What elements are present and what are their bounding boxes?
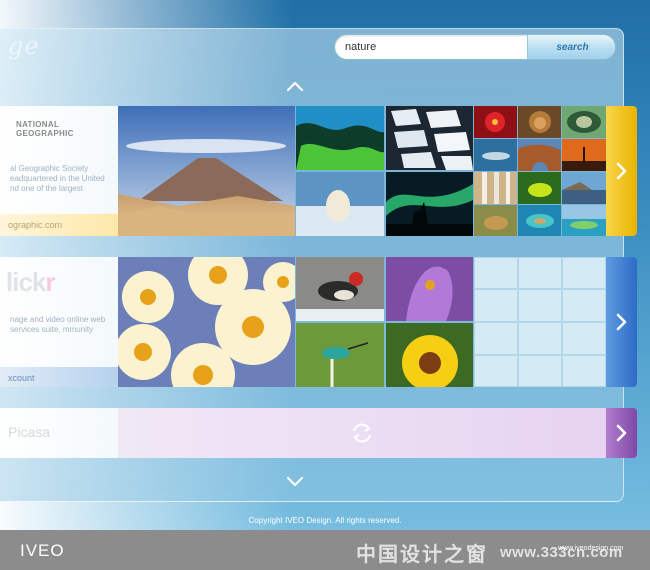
natgeo-name-line2: GEOGRAPHIC (16, 129, 74, 138)
thumb-volcano[interactable] (118, 106, 295, 236)
empty-slot (474, 257, 518, 289)
flickr-name-prefix: lick (6, 267, 46, 297)
picasa-strip (118, 408, 606, 458)
thumb-aurora-deer[interactable] (386, 172, 473, 236)
flickr-link[interactable]: xcount (0, 367, 118, 387)
flickr-card[interactable]: lickr nage and video online web services… (0, 257, 118, 387)
source-row-flickr: lickr nage and video online web services… (0, 257, 637, 387)
empty-slot (518, 257, 562, 289)
natgeo-name-line1: NATIONAL (16, 120, 60, 129)
picasa-next-tab[interactable] (606, 408, 637, 458)
chevron-right-icon (616, 313, 627, 331)
chevron-right-icon (616, 424, 627, 442)
thumb-coast[interactable] (562, 172, 606, 204)
empty-slot (518, 322, 562, 355)
thumb-eye-nebula[interactable] (562, 106, 606, 138)
source-row-natgeo: NATIONAL GEOGRAPHIC al Geographic Societ… (0, 106, 637, 236)
flickr-description: nage and video online web services suite… (10, 315, 106, 334)
thumb-shark[interactable] (474, 139, 517, 171)
thumb-leopard[interactable] (474, 205, 517, 236)
empty-slot (562, 355, 606, 387)
copyright-text: Copyright IVEO Design. All rights reserv… (248, 516, 402, 525)
thumb-red-flower[interactable] (474, 106, 517, 138)
thumb-lion[interactable] (518, 106, 561, 138)
thumb-frog[interactable] (518, 172, 561, 204)
thumb-reef-island[interactable] (562, 205, 606, 236)
natgeo-link[interactable]: ographic.com (0, 214, 118, 236)
watermark-small: www.iveodesign.com (558, 545, 624, 552)
flickr-name: lickr (6, 267, 56, 298)
thumb-rock-arch[interactable] (518, 139, 561, 171)
picasa-name: Picasa (8, 424, 51, 440)
scroll-down-icon[interactable] (286, 476, 304, 488)
empty-slot (562, 289, 606, 322)
picasa-card[interactable]: Picasa (0, 408, 118, 458)
source-row-picasa: Picasa (0, 408, 637, 458)
scroll-up-icon[interactable] (286, 80, 304, 92)
search-button[interactable]: search (527, 35, 615, 59)
thumb-birch-trees[interactable] (474, 172, 517, 204)
thumb-ice-floes[interactable] (386, 106, 473, 170)
empty-slot (562, 257, 606, 289)
watermark-cn: 中国设计之窗 (356, 544, 488, 566)
refresh-icon[interactable] (350, 421, 374, 445)
thumb-woodpecker[interactable] (296, 257, 384, 321)
flickr-name-suffix: r (45, 267, 55, 297)
thumb-iceberg[interactable] (296, 106, 384, 170)
thumb-yellow-daisy[interactable] (386, 323, 473, 387)
empty-slot (518, 355, 562, 387)
search-input[interactable] (335, 35, 527, 59)
footer-bar: IVEO 中国设计之窗 www.333cn.com www.iveodesign… (0, 530, 650, 570)
natgeo-card[interactable]: NATIONAL GEOGRAPHIC al Geographic Societ… (0, 106, 118, 236)
empty-slot (518, 289, 562, 322)
natgeo-next-tab[interactable] (606, 106, 637, 236)
thumb-hummingbird[interactable] (296, 323, 384, 387)
chevron-right-icon (616, 162, 627, 180)
thumb-daisies[interactable] (118, 257, 295, 387)
search-bar: search (334, 34, 616, 60)
natgeo-description: al Geographic Society eadquartered in th… (10, 164, 105, 193)
natgeo-name: NATIONAL GEOGRAPHIC (16, 120, 106, 138)
thumb-polar-bear[interactable] (296, 172, 384, 236)
app-logo: ge (8, 32, 40, 60)
flickr-next-tab[interactable] (606, 257, 637, 387)
empty-slot (562, 322, 606, 355)
thumb-crocus-bee[interactable] (386, 257, 473, 321)
brand-logo: IVEO (20, 541, 65, 560)
empty-slot (474, 322, 518, 355)
thumb-sunset-giraffe[interactable] (562, 139, 606, 171)
thumb-lagoon[interactable] (518, 205, 561, 236)
empty-slot (474, 289, 518, 322)
empty-slot (474, 355, 518, 387)
